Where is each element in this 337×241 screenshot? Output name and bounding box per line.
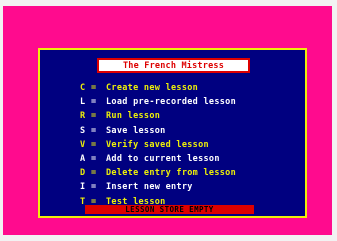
main-panel: The French Mistress C = Create new lesson …	[38, 48, 307, 218]
menu-label: Save lesson	[106, 125, 166, 136]
menu-item-add[interactable]: A = Add to current lesson	[80, 152, 236, 166]
menu-item-load[interactable]: L = Load pre-recorded lesson	[80, 95, 236, 109]
screen-border: The French Mistress C = Create new lesson …	[3, 6, 332, 235]
main-menu: C = Create new lesson L = Load pre-recorded …	[80, 81, 236, 209]
menu-label: Load pre-recorded lesson	[106, 97, 237, 108]
menu-item-verify[interactable]: V = Verify saved lesson	[80, 138, 236, 152]
menu-item-insert[interactable]: I = Insert new entry	[80, 180, 236, 194]
menu-key: V	[80, 139, 86, 150]
status-bar: LESSON STORE EMPTY	[85, 205, 254, 214]
menu-key: L	[80, 97, 86, 108]
menu-key: A	[80, 153, 86, 164]
title-box: The French Mistress	[97, 58, 250, 73]
menu-key: S	[80, 125, 86, 136]
menu-item-delete[interactable]: D = Delete entry from lesson	[80, 166, 236, 180]
menu-key: C	[80, 83, 86, 93]
menu-label: Run lesson	[106, 111, 161, 122]
menu-label: Delete entry from lesson	[106, 168, 237, 179]
menu-item-create[interactable]: C = Create new lesson	[80, 81, 236, 95]
menu-key: I	[80, 182, 86, 193]
menu-item-run[interactable]: R = Run lesson	[80, 109, 236, 123]
menu-key: D	[80, 168, 86, 179]
menu-label: Add to current lesson	[106, 153, 220, 164]
menu-label: Create new lesson	[106, 83, 199, 93]
menu-key: R	[80, 111, 86, 122]
menu-label: Insert new entry	[106, 182, 193, 193]
menu-label: Verify saved lesson	[106, 139, 209, 150]
page-title: The French Mistress	[122, 61, 225, 71]
menu-item-save[interactable]: S = Save lesson	[80, 124, 236, 138]
